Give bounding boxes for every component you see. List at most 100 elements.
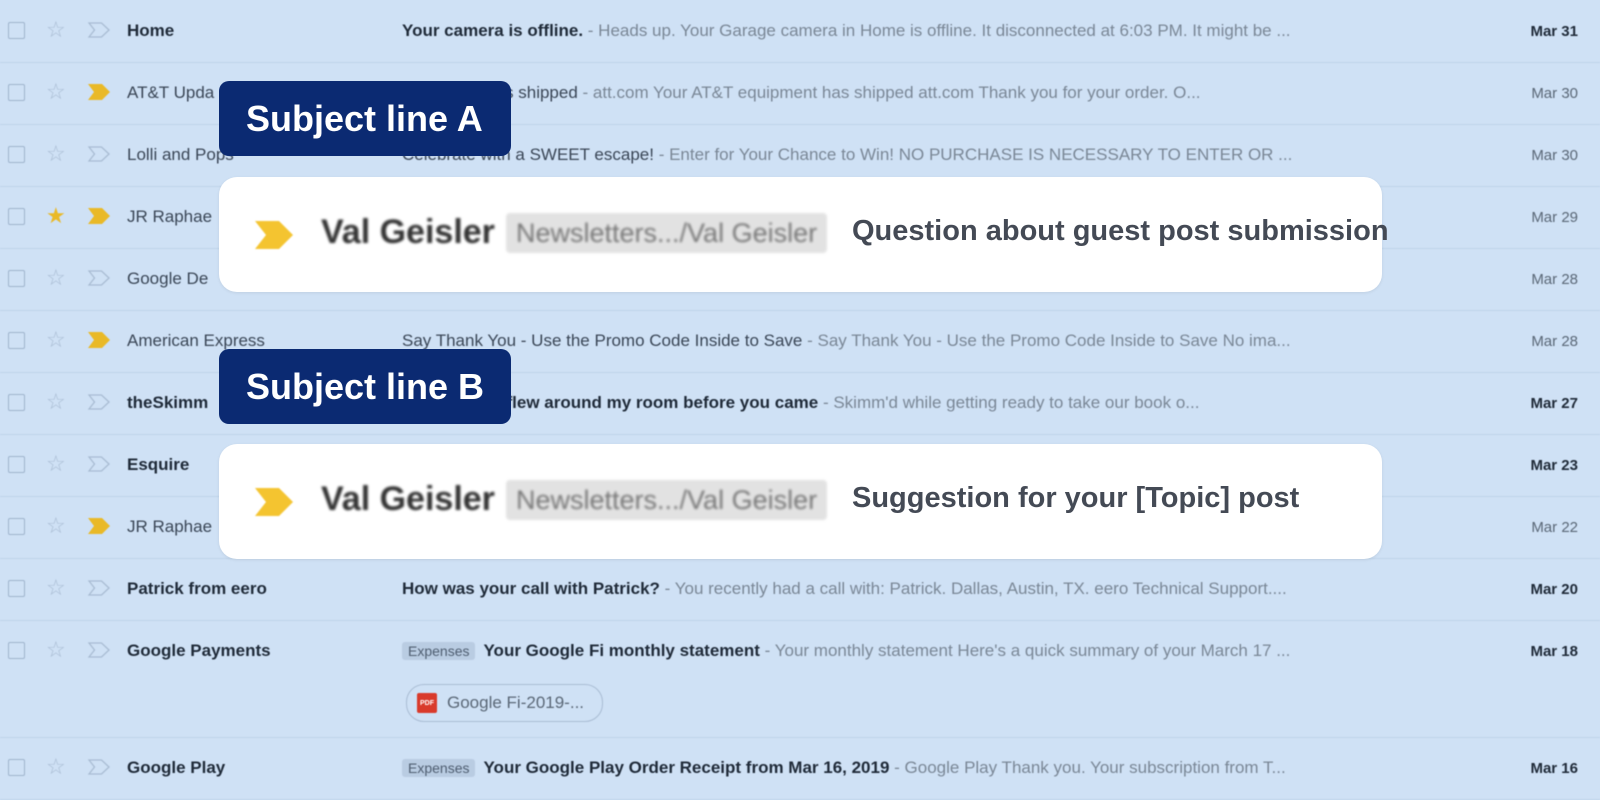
important-marker-icon <box>255 221 293 249</box>
star-icon[interactable]: ★ <box>46 202 66 230</box>
card-subject: Suggestion for your [Topic] post <box>852 482 1300 514</box>
snippet-text: - att.com Your AT&T equipment has shippe… <box>577 83 1201 102</box>
star-icon[interactable]: ☆ <box>46 450 66 478</box>
date-text: Mar 18 <box>1530 643 1578 660</box>
sender-name: Lolli and Pops <box>127 145 234 164</box>
subject-text: Your Google Fi monthly statement <box>483 641 760 660</box>
date-text: Mar 30 <box>1531 85 1578 102</box>
important-marker-icon <box>255 488 293 516</box>
important-marker-icon[interactable] <box>88 759 110 775</box>
select-checkbox[interactable] <box>8 518 25 535</box>
snippet-text: - Enter for Your Chance to Win! NO PURCH… <box>653 145 1293 164</box>
select-checkbox[interactable] <box>8 394 25 411</box>
subject-text: Your Google Play Order Receipt from Mar … <box>483 758 890 777</box>
date-text: Mar 23 <box>1530 457 1578 474</box>
subject-line-a-label: Subject line A <box>219 81 511 156</box>
subject-text: Your camera is offline. <box>402 21 584 40</box>
select-checkbox[interactable] <box>8 759 25 776</box>
card-sender: Val Geisler <box>321 213 495 251</box>
star-icon[interactable]: ☆ <box>46 512 66 540</box>
star-icon[interactable]: ☆ <box>46 16 66 44</box>
important-marker-icon[interactable] <box>88 84 110 100</box>
snippet-text: - Say Thank You - Use the Promo Code Ins… <box>802 331 1291 350</box>
message-preview: equipment has shipped - att.com Your AT&… <box>402 83 1442 103</box>
select-checkbox[interactable] <box>8 146 25 163</box>
date-text: Mar 16 <box>1530 760 1578 777</box>
important-marker-icon[interactable] <box>88 332 110 348</box>
email-row[interactable]: ☆ Google Play Expenses Your Google Play Ord… <box>0 737 1600 800</box>
select-checkbox[interactable] <box>8 22 25 39</box>
pdf-icon: PDF <box>417 693 437 713</box>
sender-name: Home <box>127 21 175 40</box>
message-preview: Celebrate with a SWEET escape! - Enter f… <box>402 145 1442 165</box>
date-text: Mar 31 <box>1530 23 1578 40</box>
star-icon[interactable]: ☆ <box>46 753 66 781</box>
snippet-text: - Your monthly statement Here's a quick … <box>759 641 1291 660</box>
subject-text: How was your call with Patrick? <box>402 579 660 598</box>
card-label-tag: Newsletters.../Val Geisler <box>506 480 828 520</box>
sender-name: AT&T Upda <box>127 83 215 102</box>
date-text: Mar 30 <box>1531 147 1578 164</box>
star-icon[interactable]: ☆ <box>46 264 66 292</box>
star-icon[interactable]: ☆ <box>46 574 66 602</box>
select-checkbox[interactable] <box>8 642 25 659</box>
important-marker-icon[interactable] <box>88 456 110 472</box>
sender-name: Esquire <box>127 455 190 474</box>
sender-name: JR Raphae <box>127 517 213 536</box>
select-checkbox[interactable] <box>8 84 25 101</box>
star-icon[interactable]: ☆ <box>46 388 66 416</box>
label-tag[interactable]: Expenses <box>402 642 476 660</box>
email-row[interactable]: ☆ Google Payments Expenses Your Google Fi m… <box>0 620 1600 738</box>
date-text: Mar 22 <box>1531 519 1578 536</box>
date-text: Mar 28 <box>1531 271 1578 288</box>
select-checkbox[interactable] <box>8 456 25 473</box>
date-text: Mar 20 <box>1530 581 1578 598</box>
date-text: Mar 29 <box>1531 209 1578 226</box>
email-row[interactable]: ☆ Home Your camera is offline. - Heads up.… <box>0 0 1600 63</box>
star-icon[interactable]: ☆ <box>46 78 66 106</box>
message-preview: Expenses Your Google Fi monthly statement… <box>402 641 1442 661</box>
sender-name: Patrick from eero <box>127 579 267 598</box>
star-icon[interactable]: ☆ <box>46 326 66 354</box>
attachment-name: Google Fi-2019-... <box>447 693 585 712</box>
sender-name: theSkimm <box>127 393 209 412</box>
sender-name: Google Play <box>127 758 226 777</box>
message-preview: n: A tornado flew around my room before … <box>402 393 1442 413</box>
subject-line-b-label: Subject line B <box>219 349 511 424</box>
sender-name: Google De <box>127 269 209 288</box>
attachment-chip[interactable]: PDF Google Fi-2019-... <box>406 684 604 722</box>
subject-text: Say Thank You - Use the Promo Code Insid… <box>402 331 803 350</box>
snippet-text: - Heads up. Your Garage camera in Home i… <box>583 21 1291 40</box>
message-preview: How was your call with Patrick? - You re… <box>402 579 1442 599</box>
label-text: Subject line B <box>246 365 485 407</box>
important-marker-icon[interactable] <box>88 146 110 162</box>
card-label-tag: Newsletters.../Val Geisler <box>506 213 828 253</box>
important-marker-icon[interactable] <box>88 22 110 38</box>
sender-name: JR Raphae <box>127 207 213 226</box>
star-icon[interactable]: ☆ <box>46 636 66 664</box>
snippet-text: - Skimm'd while getting ready to take ou… <box>818 393 1200 412</box>
important-marker-icon[interactable] <box>88 270 110 286</box>
important-marker-icon[interactable] <box>88 208 110 224</box>
message-preview: Your camera is offline. - Heads up. Your… <box>402 21 1442 41</box>
date-text: Mar 28 <box>1531 333 1578 350</box>
message-preview: Say Thank You - Use the Promo Code Insid… <box>402 331 1442 351</box>
important-marker-icon[interactable] <box>88 642 110 658</box>
select-checkbox[interactable] <box>8 580 25 597</box>
important-marker-icon[interactable] <box>88 580 110 596</box>
star-icon[interactable]: ☆ <box>46 140 66 168</box>
select-checkbox[interactable] <box>8 270 25 287</box>
select-checkbox[interactable] <box>8 332 25 349</box>
snippet-text: - You recently had a call with: Patrick.… <box>659 579 1287 598</box>
label-text: Subject line A <box>246 97 483 139</box>
card-subject: Question about guest post submission <box>852 215 1389 247</box>
sender-name: American Express <box>127 331 265 350</box>
subject-line-a-card: Val Geisler Newsletters.../Val Geisler Q… <box>219 177 1389 292</box>
message-preview: Expenses Your Google Play Order Receipt f… <box>402 758 1442 778</box>
important-marker-icon[interactable] <box>88 518 110 534</box>
email-row[interactable]: ☆ Patrick from eero How was your call with… <box>0 558 1600 621</box>
label-tag[interactable]: Expenses <box>402 759 476 777</box>
select-checkbox[interactable] <box>8 208 25 225</box>
important-marker-icon[interactable] <box>88 394 110 410</box>
sender-name: Google Payments <box>127 641 271 660</box>
